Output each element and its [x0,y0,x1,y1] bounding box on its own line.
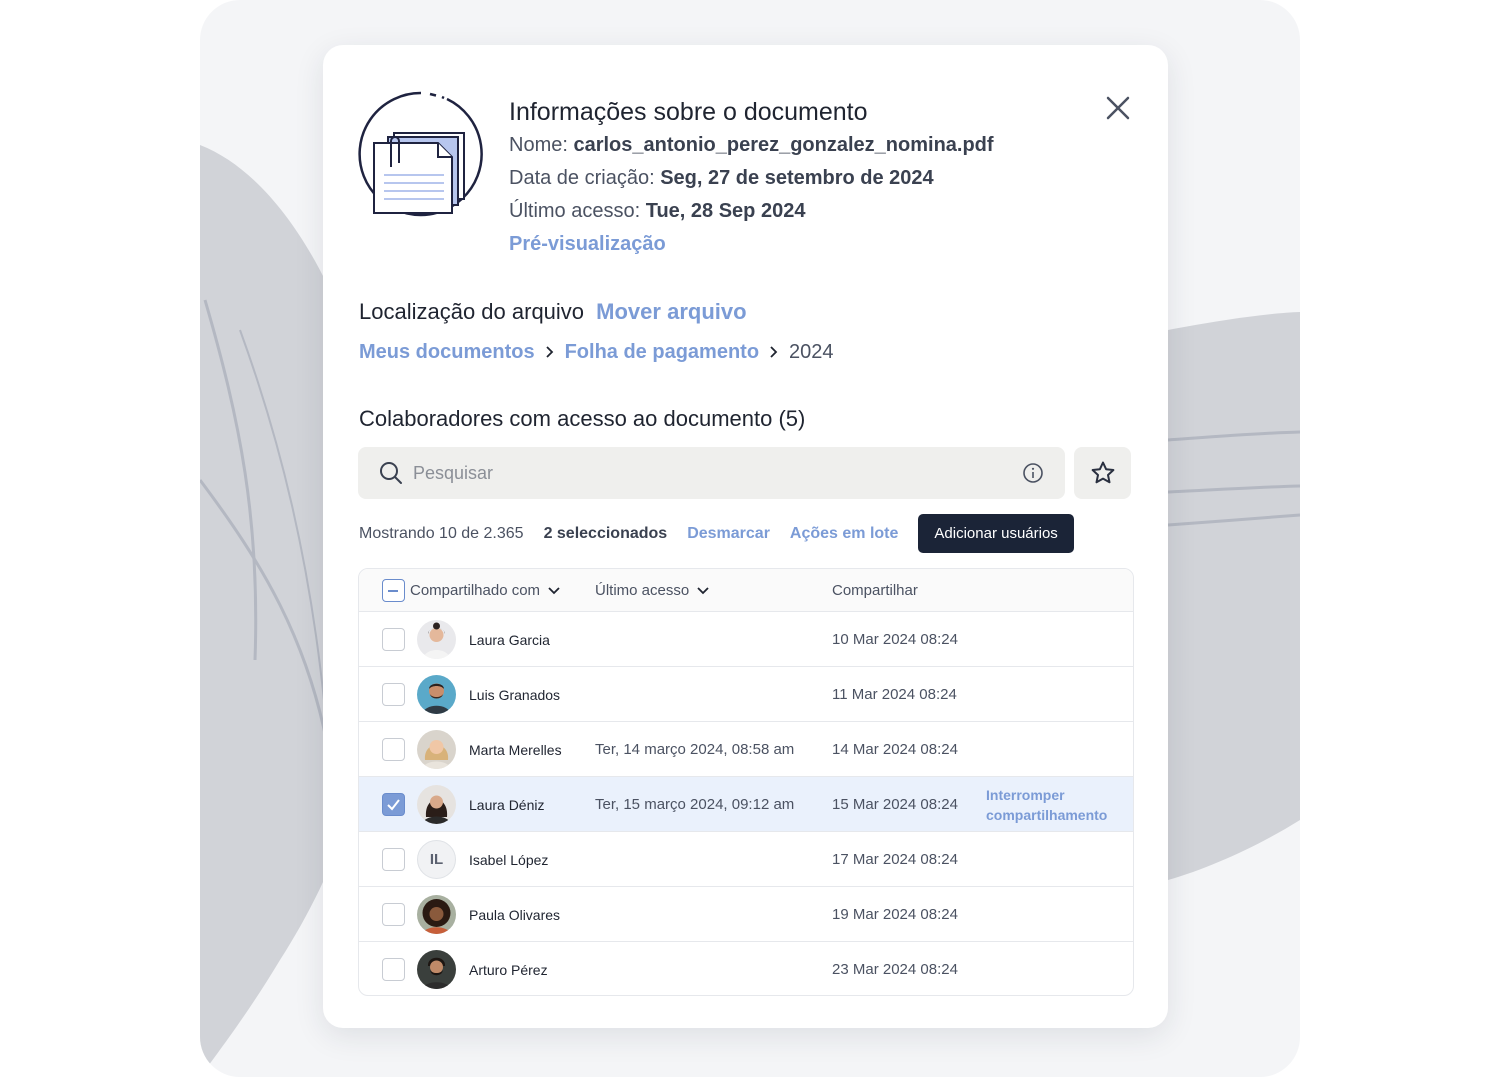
deselect-link[interactable]: Desmarcar [687,525,770,543]
results-count: Mostrando 10 de 2.365 [359,524,524,542]
column-last-access[interactable]: Último acesso [595,569,710,612]
last-access-label: Último acesso: [509,200,641,222]
last-access-cell: Ter, 14 março 2024, 08:58 am [595,741,795,758]
avatar [417,675,456,714]
table-row[interactable]: Marta Merelles Ter, 14 março 2024, 08:58… [359,722,1133,777]
creation-date-value: Seg, 27 de setembro de 2024 [660,167,934,189]
close-button[interactable] [1103,93,1133,123]
creation-date-label: Data de criação: [509,167,655,189]
chevron-down-icon [548,586,560,594]
search-icon [380,462,402,484]
shared-date-cell: 23 Mar 2024 08:24 [832,961,958,978]
search-input[interactable] [413,462,993,484]
checkmark-icon [387,799,400,811]
collaborator-name: Marta Merelles [469,741,562,758]
table-row[interactable]: Arturo Pérez 23 Mar 2024 08:24 [359,942,1133,995]
breadcrumb-payroll[interactable]: Folha de pagamento [565,337,759,367]
selection-toolbar: Mostrando 10 de 2.365 2 seleccionados De… [359,514,1139,553]
shared-date-cell: 14 Mar 2024 08:24 [832,741,958,758]
select-all-checkbox[interactable] [382,579,405,602]
row-checkbox[interactable] [382,848,405,871]
last-access-row: Último acesso: Tue, 28 Sep 2024 [509,195,994,228]
table-row[interactable]: Luis Granados 11 Mar 2024 08:24 [359,667,1133,722]
collaborator-name: Luis Granados [469,686,561,703]
row-checkbox[interactable] [382,628,405,651]
breadcrumb: Meus documentos Folha de pagamento 2024 [359,337,834,367]
collaborator-name: Laura Garcia [469,631,550,648]
avatar [417,620,456,659]
table-row[interactable]: IL Isabel López 17 Mar 2024 08:24 [359,832,1133,887]
chevron-right-icon [770,346,778,358]
selected-count: 2 seleccionados [543,524,668,542]
star-icon [1091,461,1114,484]
row-checkbox[interactable] [382,793,405,816]
last-access-value: Tue, 28 Sep 2024 [645,200,806,222]
document-details: Informações sobre o documento Nome: carl… [509,95,994,261]
preview-link[interactable]: Pré-visualização [509,228,994,261]
info-icon[interactable] [1022,462,1044,484]
table-row[interactable]: Laura Garcia 10 Mar 2024 08:24 [359,612,1133,667]
column-share: Compartilhar [832,569,918,612]
avatar [417,785,456,824]
shared-date-cell: 17 Mar 2024 08:24 [832,851,958,868]
document-stack-icon [358,91,484,217]
collaborator-name: Isabel López [469,851,549,868]
breadcrumb-my-documents[interactable]: Meus documentos [359,337,535,367]
last-access-cell: Ter, 15 março 2024, 09:12 am [595,796,795,813]
table-header: Compartilhado com Último acesso Comparti… [359,569,1133,612]
search-bar [358,447,1065,499]
avatar-initials: IL [417,840,456,879]
close-icon [1106,96,1130,120]
chevron-right-icon [545,346,553,358]
chevron-down-icon [697,586,709,594]
collaborator-name: Paula Olivares [469,906,561,923]
row-checkbox[interactable] [382,903,405,926]
file-location-title: Localização do arquivo [359,299,585,324]
stop-sharing-link[interactable]: Interromper compartilhamento [986,785,1131,825]
add-users-button[interactable]: Adicionar usuários [918,514,1074,553]
avatar [417,730,456,769]
file-name-label: Nome: [509,134,568,156]
breadcrumb-current: 2024 [789,341,834,363]
file-name-row: Nome: carlos_antonio_perez_gonzalez_nomi… [509,129,994,162]
collaborators-table: Compartilhado com Último acesso Comparti… [358,568,1134,996]
shared-date-cell: 15 Mar 2024 08:24 [832,796,958,813]
row-checkbox[interactable] [382,738,405,761]
collaborators-title: Colaboradores com acesso ao documento (5… [359,406,806,431]
avatar [417,950,456,989]
row-checkbox[interactable] [382,958,405,981]
avatar [417,895,456,934]
file-location-row: Localização do arquivo Mover arquivo [359,297,747,327]
document-info-modal: Informações sobre o documento Nome: carl… [323,45,1168,1028]
shared-date-cell: 19 Mar 2024 08:24 [832,906,958,923]
row-checkbox[interactable] [382,683,405,706]
column-shared-with-label: Compartilhado com [410,582,541,599]
bulk-actions-link[interactable]: Ações em lote [790,525,898,543]
modal-title: Informações sobre o documento [509,98,868,126]
file-name-value: carlos_antonio_perez_gonzalez_nomina.pdf [573,134,994,156]
table-row[interactable]: Paula Olivares 19 Mar 2024 08:24 [359,887,1133,942]
creation-date-row: Data de criação: Seg, 27 de setembro de … [509,162,994,195]
column-shared-with[interactable]: Compartilhado com [410,569,561,612]
collaborator-name: Laura Déniz [469,796,545,813]
shared-date-cell: 11 Mar 2024 08:24 [832,686,957,703]
collaborator-name: Arturo Pérez [469,961,548,978]
column-last-access-label: Último acesso [595,582,690,599]
favorite-button[interactable] [1074,447,1131,499]
move-file-link[interactable]: Mover arquivo [596,299,746,324]
shared-date-cell: 10 Mar 2024 08:24 [832,631,958,648]
column-share-label: Compartilhar [832,582,918,599]
table-row[interactable]: Laura Déniz Ter, 15 março 2024, 09:12 am… [359,777,1133,832]
